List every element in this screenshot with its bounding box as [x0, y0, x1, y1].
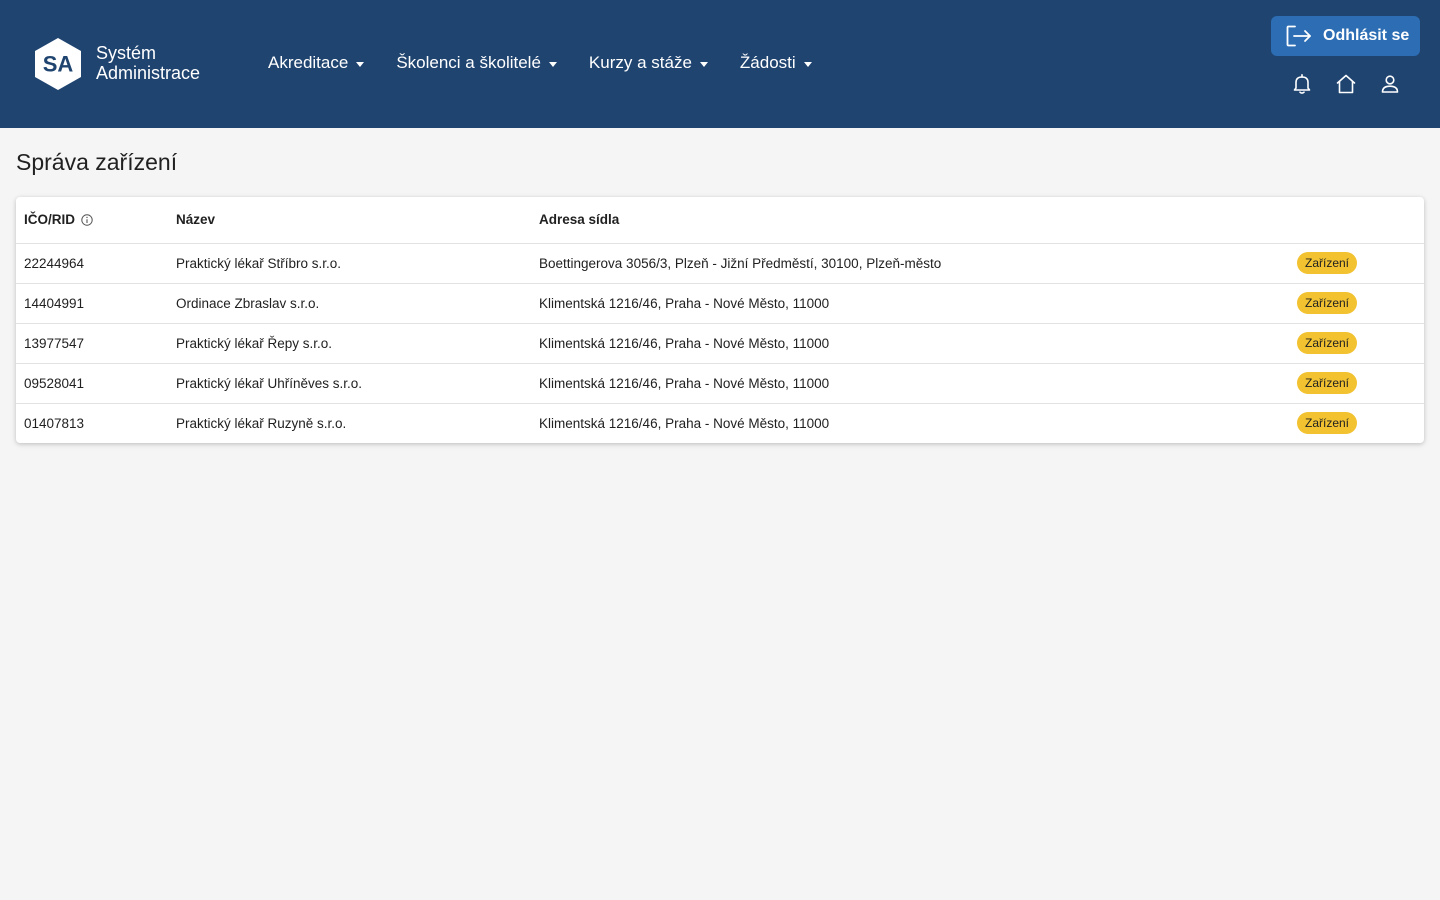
- cell-name: Praktický lékař Stříbro s.r.o.: [168, 243, 531, 284]
- brand-line-2: Administrace: [96, 63, 201, 83]
- nav-item-skolenci[interactable]: Školenci a školitelé: [396, 52, 557, 74]
- caret-down-icon: [356, 61, 365, 67]
- facilities-table: IČO/RID Název Adresa sídla 22244964 Prak…: [16, 197, 1424, 443]
- bell-icon: [1293, 73, 1311, 94]
- caret-down-icon: [803, 61, 812, 67]
- table-row[interactable]: 01407813 Praktický lékař Ruzyně s.r.o. K…: [16, 403, 1424, 443]
- cell-ico: 01407813: [24, 415, 85, 431]
- cell-type: Zařízení: [1289, 283, 1424, 324]
- nav-item-label: Školenci a školitelé: [396, 53, 541, 72]
- facility-badge[interactable]: Zařízení: [1297, 332, 1358, 354]
- notifications-button[interactable]: [1291, 73, 1313, 95]
- brand-name[interactable]: Systém Administrace: [96, 43, 200, 83]
- cell-ico: 22244964: [16, 243, 168, 284]
- column-header-ico[interactable]: IČO/RID: [16, 197, 168, 244]
- brand-line-1: Systém: [96, 43, 157, 63]
- table-header-row: IČO/RID Název Adresa sídla: [16, 197, 1424, 244]
- cell-type: Zařízení: [1289, 323, 1424, 364]
- cell-name: Ordinace Zbraslav s.r.o.: [168, 283, 531, 324]
- facility-badge[interactable]: Zařízení: [1297, 252, 1358, 274]
- cell-type: Zařízení: [1289, 363, 1424, 404]
- cell-address: Klimentská 1216/46, Praha - Nové Město, …: [531, 363, 1289, 404]
- facilities-table-card: IČO/RID Název Adresa sídla 22244964 Prak…: [16, 197, 1424, 443]
- nav-item-kurzy[interactable]: Kurzy a stáže: [589, 52, 708, 74]
- home-button[interactable]: [1335, 73, 1357, 95]
- cell-address: Boettingerova 3056/3, Plzeň - Jižní Před…: [531, 243, 1289, 284]
- column-header-name[interactable]: Název: [168, 197, 531, 244]
- cell-address: Klimentská 1216/46, Praha - Nové Město, …: [531, 323, 1289, 364]
- facility-badge[interactable]: Zařízení: [1297, 372, 1358, 394]
- caret-down-icon: [548, 61, 557, 67]
- column-header-address[interactable]: Adresa sídla: [531, 197, 1289, 244]
- user-icon: [1381, 75, 1399, 93]
- logo-text: SA: [43, 52, 74, 77]
- cell-address: Klimentská 1216/46, Praha - Nové Město, …: [531, 283, 1289, 324]
- main-nav: Akreditace Školenci a školitelé Kurzy a …: [268, 52, 844, 74]
- cell-address: Klimentská 1216/46, Praha - Nové Město, …: [539, 415, 830, 431]
- logout-icon: [1286, 25, 1311, 47]
- nav-item-label: Akreditace: [268, 53, 349, 72]
- caret-down-icon: [699, 61, 708, 67]
- table-row[interactable]: 13977547 Praktický lékař Řepy s.r.o. Kli…: [16, 323, 1424, 364]
- column-header-label: IČO/RID: [24, 212, 76, 228]
- facility-badge[interactable]: Zařízení: [1297, 412, 1358, 435]
- logo[interactable]: SA: [33, 36, 83, 92]
- logout-label: Odhlásit se: [1323, 27, 1410, 44]
- cell-type: Zařízení: [1289, 243, 1424, 284]
- column-header-type: [1289, 197, 1424, 244]
- cell-ico: 14404991: [16, 283, 168, 324]
- nav-item-label: Žádosti: [739, 53, 796, 72]
- profile-button[interactable]: [1379, 73, 1401, 95]
- cell-name: Praktický lékař Ruzyně s.r.o.: [176, 415, 347, 431]
- cell-name: Praktický lékař Řepy s.r.o.: [168, 323, 531, 364]
- logout-button[interactable]: Odhlásit se: [1271, 16, 1420, 56]
- cell-name: Praktický lékař Uhříněves s.r.o.: [168, 363, 531, 404]
- home-icon: [1336, 74, 1356, 94]
- page-title: Správa zařízení: [16, 149, 178, 175]
- cell-ico: 13977547: [16, 323, 168, 364]
- top-header: SA Systém Administrace Akreditace Školen…: [0, 0, 1440, 128]
- info-icon[interactable]: [81, 214, 93, 226]
- logo-hexagon-icon: SA: [35, 38, 81, 90]
- nav-item-akreditace[interactable]: Akreditace: [268, 52, 365, 74]
- nav-item-label: Kurzy a stáže: [588, 53, 692, 72]
- table-row[interactable]: 22244964 Praktický lékař Stříbro s.r.o. …: [16, 243, 1424, 284]
- nav-item-zadosti[interactable]: Žádosti: [740, 52, 812, 74]
- cell-ico: 09528041: [16, 363, 168, 404]
- table-row[interactable]: 09528041 Praktický lékař Uhříněves s.r.o…: [16, 363, 1424, 404]
- table-row[interactable]: 14404991 Ordinace Zbraslav s.r.o. Klimen…: [16, 283, 1424, 324]
- facility-badge[interactable]: Zařízení: [1297, 292, 1358, 314]
- cell-type: Zařízení: [1289, 403, 1424, 443]
